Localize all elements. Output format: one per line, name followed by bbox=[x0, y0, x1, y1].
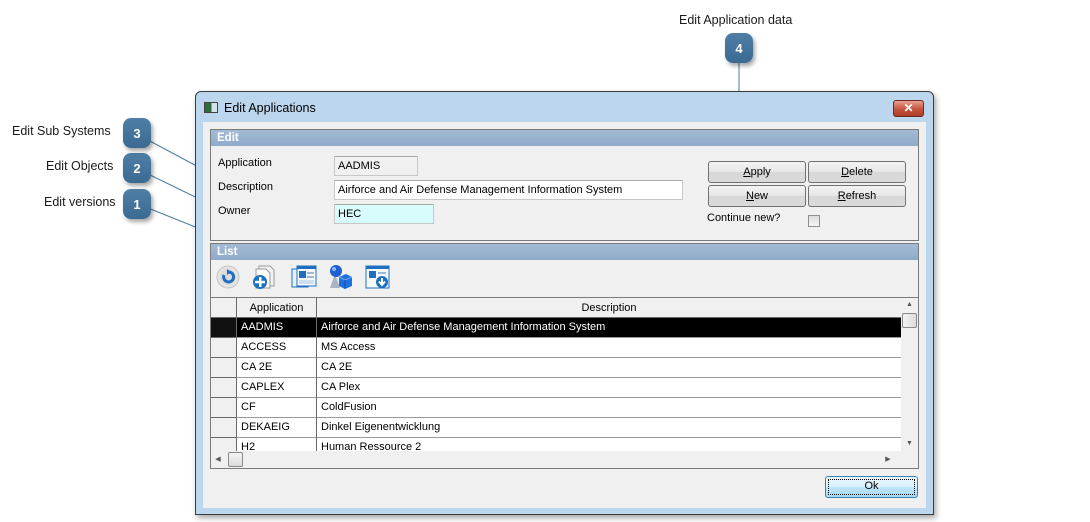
apply-label: pply bbox=[750, 166, 771, 178]
row-selector[interactable] bbox=[211, 398, 237, 418]
cell-application: CF bbox=[237, 398, 317, 418]
refresh-list-button[interactable] bbox=[215, 264, 241, 290]
cell-description: Dinkel Eigenentwicklung bbox=[321, 421, 441, 433]
new-label: ew bbox=[753, 190, 768, 202]
callout-label-3: Edit Sub Systems bbox=[12, 124, 111, 138]
callout-badge-4: 4 bbox=[725, 33, 753, 63]
delete-label: elete bbox=[849, 166, 873, 178]
close-icon: ✕ bbox=[903, 101, 914, 115]
applications-grid: Application Description AADMIS Airforce … bbox=[210, 297, 919, 469]
window-client-area: Edit Application AADMIS Description Airf… bbox=[203, 122, 926, 508]
table-row[interactable]: CAPLEX CA Plex bbox=[211, 378, 901, 398]
row-selector[interactable] bbox=[211, 418, 237, 438]
app-window-icon bbox=[204, 102, 218, 113]
edit-objects-icon bbox=[330, 265, 353, 289]
row-selector[interactable] bbox=[211, 358, 237, 378]
owner-field[interactable]: HEC bbox=[334, 204, 434, 224]
refresh-label: efresh bbox=[845, 190, 877, 202]
cell-application: DEKAEIG bbox=[237, 418, 317, 438]
scroll-left-arrow-icon[interactable]: ◀ bbox=[211, 451, 225, 468]
cell-description: CA Plex bbox=[321, 381, 361, 393]
continue-new-checkbox[interactable] bbox=[808, 215, 820, 227]
row-selector[interactable] bbox=[211, 378, 237, 398]
cell-description: CA 2E bbox=[321, 361, 353, 373]
callout-badge-2: 2 bbox=[123, 153, 151, 183]
continue-new-label: Continue new? bbox=[707, 212, 781, 224]
cell-application: ACCESS bbox=[237, 338, 317, 358]
apply-button[interactable]: Apply bbox=[708, 161, 806, 183]
grid-header: Application Description bbox=[211, 298, 901, 318]
refresh-icon bbox=[216, 265, 240, 289]
edit-subsystems-button[interactable] bbox=[365, 264, 391, 290]
add-new-button[interactable] bbox=[251, 264, 277, 290]
refresh-button[interactable]: Refresh bbox=[808, 185, 906, 207]
callout-badge-1: 1 bbox=[123, 189, 151, 219]
edit-versions-icon bbox=[291, 265, 317, 288]
row-selector[interactable] bbox=[211, 318, 237, 338]
table-row[interactable]: CF ColdFusion bbox=[211, 398, 901, 418]
ok-button[interactable]: Ok bbox=[825, 476, 918, 498]
list-group-header: List bbox=[211, 244, 918, 260]
edit-applications-window: Edit Applications ✕ Edit Application AAD… bbox=[195, 91, 934, 515]
cell-application: CA 2E bbox=[237, 358, 317, 378]
table-row[interactable]: ACCESS MS Access bbox=[211, 338, 901, 358]
scroll-down-arrow-icon[interactable]: ▼ bbox=[901, 437, 918, 451]
grid-rows: AADMIS Airforce and Air Defense Manageme… bbox=[211, 318, 901, 458]
apply-mnemonic: A bbox=[743, 166, 751, 178]
title-bar[interactable]: Edit Applications ✕ bbox=[196, 92, 933, 122]
column-header-application[interactable]: Application bbox=[237, 298, 317, 318]
cell-application: CAPLEX bbox=[237, 378, 317, 398]
horizontal-scrollbar[interactable]: ◀ ▶ bbox=[211, 451, 901, 468]
table-row[interactable]: CA 2E CA 2E bbox=[211, 358, 901, 378]
column-header-description[interactable]: Description bbox=[317, 298, 901, 318]
callout-label-2: Edit Objects bbox=[46, 159, 114, 173]
cell-application: AADMIS bbox=[237, 318, 317, 338]
focus-rectangle bbox=[828, 479, 915, 495]
cell-description: ColdFusion bbox=[321, 401, 377, 413]
owner-label: Owner bbox=[218, 205, 251, 217]
add-new-icon bbox=[253, 265, 275, 289]
description-field[interactable]: Airforce and Air Defense Management Info… bbox=[334, 180, 683, 200]
table-row[interactable]: DEKAEIG Dinkel Eigenentwicklung bbox=[211, 418, 901, 438]
callout-badge-3: 3 bbox=[123, 118, 151, 148]
delete-button[interactable]: Delete bbox=[808, 161, 906, 183]
cell-description: MS Access bbox=[321, 341, 376, 353]
edit-group-header: Edit bbox=[211, 130, 918, 146]
edit-group: Edit Application AADMIS Description Airf… bbox=[210, 129, 919, 241]
edit-subsystems-icon bbox=[365, 265, 390, 289]
delete-mnemonic: D bbox=[841, 166, 850, 178]
row-selector-header bbox=[211, 298, 237, 318]
edit-versions-button[interactable] bbox=[291, 264, 317, 290]
vertical-scroll-thumb[interactable] bbox=[902, 313, 917, 328]
description-label: Description bbox=[218, 181, 274, 193]
vertical-scrollbar[interactable]: ▲ ▼ bbox=[901, 298, 918, 451]
application-field[interactable]: AADMIS bbox=[334, 156, 418, 176]
callout-label-4: Edit Application data bbox=[679, 13, 793, 27]
new-button[interactable]: New bbox=[708, 185, 806, 207]
application-label: Application bbox=[218, 157, 272, 169]
list-group: List Application Description AADMIS Airf… bbox=[210, 243, 919, 469]
cell-description: Airforce and Air Defense Management Info… bbox=[321, 321, 606, 333]
new-mnemonic: N bbox=[745, 190, 754, 202]
window-title: Edit Applications bbox=[224, 101, 316, 115]
edit-objects-button[interactable] bbox=[327, 264, 353, 290]
horizontal-scroll-thumb[interactable] bbox=[228, 452, 243, 467]
callout-label-1: Edit versions bbox=[44, 195, 116, 209]
close-button[interactable]: ✕ bbox=[893, 100, 924, 117]
table-row[interactable]: AADMIS Airforce and Air Defense Manageme… bbox=[211, 318, 901, 338]
row-selector[interactable] bbox=[211, 338, 237, 358]
scroll-up-arrow-icon[interactable]: ▲ bbox=[901, 298, 918, 312]
scroll-right-arrow-icon[interactable]: ▶ bbox=[881, 451, 895, 468]
refresh-mnemonic: R bbox=[837, 190, 846, 202]
